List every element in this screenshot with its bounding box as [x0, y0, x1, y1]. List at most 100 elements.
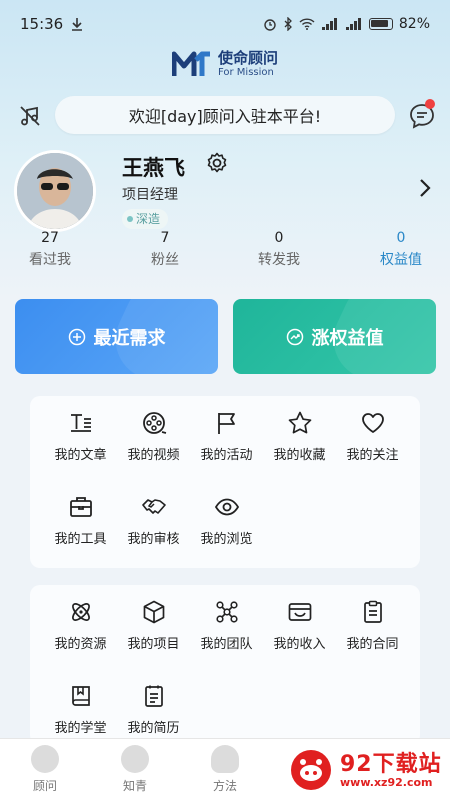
stat-viewed-me[interactable]: 27 看过我	[5, 229, 95, 270]
flag-icon	[217, 413, 235, 434]
avatar[interactable]	[14, 150, 96, 232]
stat-value: 27	[41, 230, 59, 246]
grid-item-income[interactable]: 我的收入	[263, 599, 336, 669]
heart-icon	[361, 413, 384, 433]
brand-name-cn: 使命顾问	[218, 48, 279, 67]
grid-item-activities[interactable]: 我的活动	[190, 410, 263, 480]
grid-item-label: 我的关注	[346, 448, 399, 463]
stat-label: 看过我	[29, 252, 71, 268]
grid-item-projects[interactable]: 我的项目	[117, 599, 190, 669]
recent-demands-button[interactable]: 最近需求	[15, 299, 218, 374]
advisor-icon	[31, 745, 59, 773]
grid-item-label: 我的审核	[127, 532, 180, 547]
stat-value: 7	[160, 230, 170, 246]
grid-item-label: 我的浏览	[200, 532, 253, 547]
features-card-2: 我的资源 我的项目 我的团队 我的收入 我的合同 我的学堂 我的简历	[30, 585, 420, 745]
grid-item-label: 我的项目	[127, 637, 180, 652]
status-icons: 82%	[263, 16, 430, 32]
grid-item-team[interactable]: 我的团队	[190, 599, 263, 669]
handshake-icon	[141, 499, 166, 514]
watermark-title: 92下载站	[340, 752, 442, 777]
stat-shared-me[interactable]: 0 转发我	[234, 229, 324, 270]
logo-icon	[172, 51, 210, 76]
grid-item-following[interactable]: 我的关注	[336, 410, 409, 480]
network-icon	[215, 601, 238, 623]
grid-item-reviews[interactable]: 我的审核	[117, 494, 190, 564]
chevron-right-icon[interactable]	[418, 178, 432, 198]
download-icon	[72, 18, 83, 31]
welcome-banner: 欢迎[day]顾问入驻本平台!	[55, 96, 395, 134]
user-role: 项目经理	[122, 187, 178, 203]
grid-item-favorites[interactable]: 我的收藏	[263, 410, 336, 480]
trend-up-circle-icon	[286, 328, 303, 345]
user-name: 王燕飞	[122, 156, 185, 180]
stat-value: 0	[274, 230, 284, 246]
grid-item-label: 我的学堂	[54, 721, 107, 736]
film-reel-icon	[142, 412, 166, 434]
watermark-url: www.xz92.com	[340, 776, 433, 789]
grid-item-label: 我的合同	[346, 637, 399, 652]
star-icon	[288, 411, 311, 434]
notification-dot	[425, 99, 435, 109]
signal-icon	[321, 18, 337, 30]
status-bar: 15:36 82%	[0, 0, 450, 48]
grid-item-label: 我的团队	[200, 637, 253, 652]
book-icon	[71, 686, 90, 706]
grid-item-label: 我的简历	[127, 721, 180, 736]
grid-item-videos[interactable]: 我的视频	[117, 410, 190, 480]
battery-percent: 82%	[398, 16, 430, 32]
tab-label: 顾问	[32, 779, 57, 793]
stat-label: 权益值	[380, 252, 422, 268]
grid-item-label: 我的收藏	[273, 448, 326, 463]
grid-item-contracts[interactable]: 我的合同	[336, 599, 409, 669]
stat-value: 0	[396, 230, 406, 246]
stat-label: 粉丝	[151, 252, 179, 268]
status-time: 15:36	[20, 15, 64, 33]
features-card-1: 我的文章 我的视频 我的活动 我的收藏 我的关注 我的工具 我的审核 我的浏览	[30, 396, 420, 568]
watermark: 92下载站 www.xz92.com	[288, 744, 444, 796]
plus-circle-icon	[68, 328, 85, 345]
top-bar: 欢迎[day]顾问入驻本平台!	[0, 96, 450, 136]
eye-icon	[214, 498, 239, 516]
resume-icon	[144, 685, 163, 707]
mascot-icon	[291, 750, 331, 790]
wifi-icon	[299, 18, 315, 30]
brand-name-en: For Mission	[218, 66, 274, 78]
music-off-icon[interactable]	[18, 104, 42, 128]
increase-rights-button[interactable]: 涨权益值	[233, 299, 436, 374]
grid-item-tools[interactable]: 我的工具	[44, 494, 117, 564]
status-time-group: 15:36	[20, 15, 83, 33]
grid-item-label: 我的视频	[127, 448, 180, 463]
avatar-photo	[17, 153, 93, 229]
battery-icon	[368, 18, 393, 30]
stats-row: 27 看过我 7 粉丝 0 转发我 0 权益值	[0, 229, 450, 273]
zhiqing-icon	[121, 745, 149, 773]
gear-icon[interactable]	[205, 151, 229, 175]
bluetooth-icon	[284, 17, 292, 31]
article-icon	[70, 414, 91, 432]
brand-logo: 使命顾问 For Mission	[172, 50, 278, 78]
toolbox-icon	[69, 497, 92, 517]
grid-item-articles[interactable]: 我的文章	[44, 410, 117, 480]
stat-rights-value[interactable]: 0 权益值	[356, 229, 446, 270]
lightbulb-icon	[211, 745, 239, 773]
tab-label: 方法	[212, 779, 237, 793]
grid-item-label: 我的工具	[54, 532, 107, 547]
grid-item-resources[interactable]: 我的资源	[44, 599, 117, 669]
grid-item-label: 我的活动	[200, 448, 253, 463]
atom-icon	[71, 603, 90, 621]
tab-method[interactable]: 方法	[195, 745, 255, 794]
status-badge: 深造	[122, 209, 169, 229]
box-icon	[143, 600, 164, 624]
grid-item-label: 我的收入	[273, 637, 326, 652]
grid-item-browsing[interactable]: 我的浏览	[190, 494, 263, 564]
wallet-icon	[288, 603, 311, 621]
tab-zhiqing[interactable]: 知青	[105, 745, 165, 794]
stat-fans[interactable]: 7 粉丝	[120, 229, 210, 270]
grid-item-label: 我的资源	[54, 637, 107, 652]
clipboard-icon	[363, 600, 382, 623]
grid-item-label: 我的文章	[54, 448, 107, 463]
tab-label: 知青	[122, 779, 147, 793]
tab-advisor[interactable]: 顾问	[15, 745, 75, 794]
alarm-icon	[264, 19, 276, 31]
